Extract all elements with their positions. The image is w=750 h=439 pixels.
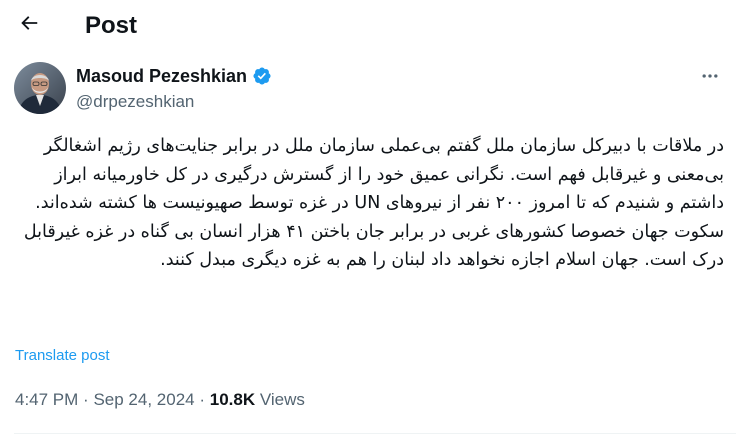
author-display-name[interactable]: Masoud Pezeshkian bbox=[76, 64, 247, 88]
translate-post-link[interactable]: Translate post bbox=[15, 346, 110, 366]
more-options-button[interactable] bbox=[694, 62, 726, 94]
meta-separator: · bbox=[83, 390, 89, 409]
post-paragraph: در ملاقات با دبیرکل سازمان ملل گفتم بی‌ع… bbox=[35, 136, 724, 213]
avatar[interactable] bbox=[14, 62, 66, 114]
author-handle[interactable]: @drpezeshkian bbox=[76, 90, 272, 114]
more-horizontal-icon bbox=[700, 66, 720, 90]
page-title: Post bbox=[85, 12, 138, 39]
post-date[interactable]: Sep 24, 2024 bbox=[93, 390, 194, 409]
divider bbox=[14, 433, 736, 434]
post-paragraph: سکوت جهان خصوصا کشورهای غربی در برابر جا… bbox=[23, 221, 724, 271]
post-time[interactable]: 4:47 PM bbox=[15, 390, 78, 409]
meta-separator: · bbox=[199, 390, 206, 409]
back-button[interactable] bbox=[12, 8, 46, 42]
post-text: در ملاقات با دبیرکل سازمان ملل گفتم بی‌ع… bbox=[14, 132, 724, 275]
verified-badge-icon[interactable] bbox=[252, 66, 272, 86]
author-name-row: Masoud Pezeshkian bbox=[76, 64, 272, 88]
top-bar: Post bbox=[0, 0, 750, 53]
views-label: Views bbox=[259, 390, 305, 409]
post-metadata: 4:47 PM · Sep 24, 2024 · 10.8K Views bbox=[15, 388, 305, 412]
arrow-left-icon bbox=[18, 12, 40, 38]
author-block: Masoud Pezeshkian @drpezeshkian bbox=[76, 64, 272, 114]
views-count: 10.8K bbox=[209, 390, 256, 409]
